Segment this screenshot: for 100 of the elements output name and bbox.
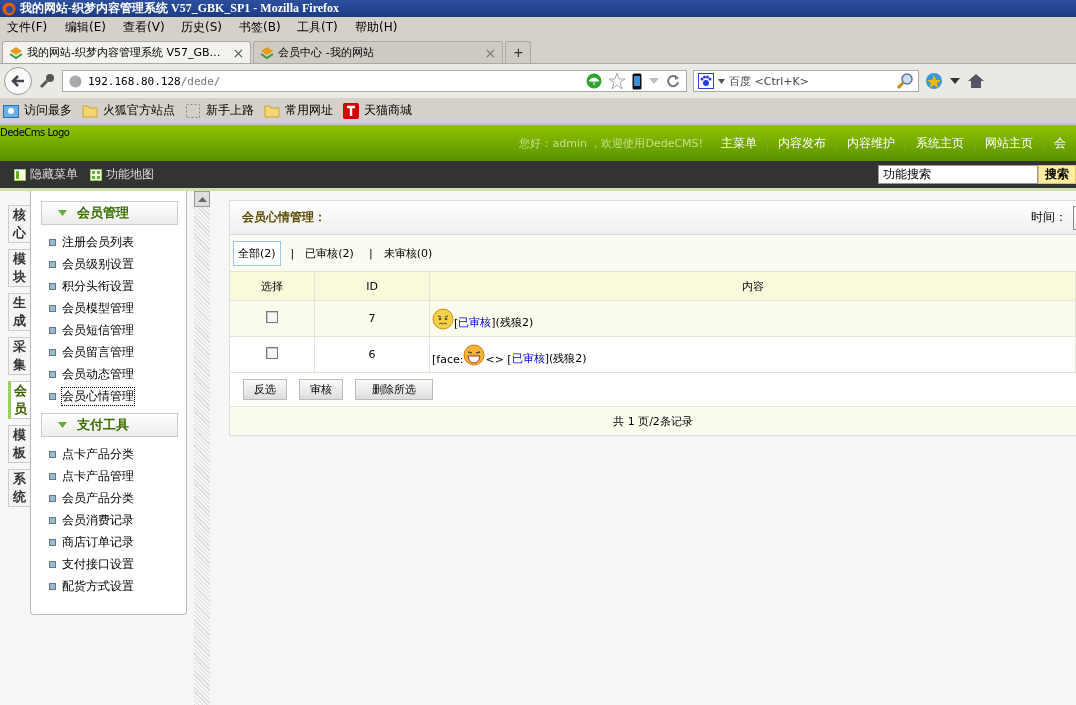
layers-icon (9, 45, 23, 60)
address-bar[interactable]: 192.168.80.128/dede/ (62, 70, 687, 92)
search-icon[interactable] (896, 72, 914, 90)
bullet-icon (49, 560, 56, 568)
bookmark[interactable]: 新手上路 (185, 102, 254, 119)
globe-icon (69, 74, 82, 88)
bullet-icon (49, 450, 56, 458)
window-title: 我的网站-织梦内容管理系统 V57_GBK_SP1 - Mozilla Firefox (20, 0, 340, 17)
search-button[interactable]: 搜索 (1038, 165, 1076, 184)
sidebar-item[interactable]: 点卡产品分类 (62, 445, 134, 463)
checkbox[interactable] (266, 311, 278, 323)
reload-icon[interactable] (666, 74, 680, 88)
menu-group-header[interactable]: 支付工具 (41, 413, 178, 437)
sidebar-item[interactable]: 会员产品分类 (62, 489, 134, 507)
badge-icon[interactable] (925, 72, 943, 90)
menu-item[interactable]: 历史(S) (181, 19, 239, 36)
letter-t-icon (343, 102, 359, 119)
search-folder-icon (3, 102, 19, 119)
menu-item[interactable]: 文件(F) (7, 19, 65, 36)
separator: | (368, 246, 373, 260)
side-tab[interactable]: 生成 (8, 293, 30, 331)
function-search-field[interactable]: 功能搜索 (878, 165, 1038, 184)
folder-icon (264, 102, 280, 119)
sidebar-item[interactable]: 会员模型管理 (62, 299, 134, 317)
action-button[interactable]: 反选 (243, 379, 287, 400)
bookmark[interactable]: 火狐官方站点 (82, 102, 175, 119)
bullet-icon (49, 304, 56, 312)
time-field[interactable] (1073, 205, 1076, 230)
bullet-icon (49, 392, 56, 400)
sidebar-item[interactable]: 配货方式设置 (62, 577, 134, 595)
sidebar-item[interactable]: 注册会员列表 (62, 233, 134, 251)
column-header: 内容 (429, 271, 1076, 301)
filter-tab[interactable]: 全部(2) (233, 240, 281, 266)
side-tab[interactable]: 会员 (8, 381, 30, 419)
bookmark[interactable]: 访问最多 (3, 102, 72, 119)
logo-text: DedeCms Logo (0, 126, 70, 140)
star-icon[interactable] (608, 72, 626, 90)
sidebar-panel-icon (14, 168, 26, 181)
sidebar-item[interactable]: 会员级别设置 (62, 255, 134, 273)
umbrella-icon (586, 73, 602, 89)
new-tab-button[interactable]: + (505, 41, 532, 63)
menu-item[interactable]: 帮助(H) (355, 19, 413, 36)
side-tab[interactable]: 核心 (8, 205, 30, 243)
bullet-icon (49, 348, 56, 356)
dropdown-icon[interactable] (949, 77, 961, 85)
scroll-up-button[interactable] (194, 191, 210, 207)
checkbox[interactable] (266, 347, 278, 359)
status-link[interactable]: 已审核 (458, 315, 492, 329)
sidebar-item[interactable]: 会员心情管理 (62, 387, 134, 405)
sidebar-item[interactable]: 会员动态管理 (62, 365, 134, 383)
menu-group-header[interactable]: 会员管理 (41, 201, 178, 225)
separator: | (290, 246, 295, 260)
bullet-icon (49, 260, 56, 268)
action-button[interactable]: 审核 (299, 379, 343, 400)
content-text: [ (454, 316, 459, 330)
sidebar-item[interactable]: 支付接口设置 (62, 555, 134, 573)
content-text: [face: (432, 352, 464, 366)
sidebar-item[interactable]: 会员留言管理 (62, 343, 134, 361)
home-icon[interactable] (967, 73, 985, 89)
sidebar-item[interactable]: 积分头衔设置 (62, 277, 134, 295)
column-header: ID (314, 271, 430, 301)
side-tab[interactable]: 模块 (8, 249, 30, 287)
up-arrow-icon (197, 196, 207, 202)
bookmark[interactable]: 常用网址 (264, 102, 333, 119)
bullet-icon (49, 538, 56, 546)
table-cell: 7 (314, 300, 430, 337)
browser-tab[interactable]: 我的网站-织梦内容管理系统 V57_GB… × (2, 41, 252, 63)
content-text: ](残狼2) (544, 351, 587, 365)
toolbar-item[interactable]: 隐藏菜单 (14, 166, 78, 183)
search-field[interactable]: 百度 <Ctrl+K> (693, 70, 919, 92)
sidebar-item[interactable]: 会员消费记录 (62, 511, 134, 529)
side-tab[interactable]: 系统 (8, 469, 30, 507)
sidebar-item[interactable]: 商店订单记录 (62, 533, 134, 551)
sidebar-item[interactable]: 点卡产品管理 (62, 467, 134, 485)
menu-item[interactable]: 编辑(E) (65, 19, 123, 36)
panel-title: 会员心情管理： (242, 209, 326, 226)
toolbar-item[interactable]: 功能地图 (90, 166, 154, 183)
firefox-icon (2, 1, 16, 16)
browser-tab[interactable]: 会员中心 -我的网站 × (253, 41, 504, 63)
bookmark[interactable]: 天猫商城 (343, 102, 412, 119)
table-cell: 6 (314, 336, 430, 373)
side-tab[interactable]: 采集 (8, 337, 30, 375)
phone-icon[interactable] (632, 72, 642, 90)
bullet-icon (49, 238, 56, 246)
side-tab[interactable]: 模板 (8, 425, 30, 463)
bullet-icon (49, 494, 56, 502)
status-link[interactable]: 已审核 (511, 351, 545, 365)
paw-icon (698, 73, 714, 89)
menu-item[interactable]: 工具(T) (297, 19, 355, 36)
dashed-square-icon (185, 102, 201, 119)
action-button[interactable]: 删除所选 (355, 379, 433, 400)
sidebar-item[interactable]: 会员短信管理 (62, 321, 134, 339)
filter-tab[interactable]: 已审核(2) (300, 240, 359, 266)
menu-item[interactable]: 查看(V) (123, 19, 181, 36)
back-button[interactable] (4, 67, 32, 95)
filter-tab[interactable]: 未审核(0) (378, 240, 438, 266)
bullet-icon (49, 326, 56, 334)
content-text: ](残狼2) (491, 315, 534, 329)
menu-item[interactable]: 书签(B) (239, 19, 297, 36)
bullet-icon (49, 472, 56, 480)
